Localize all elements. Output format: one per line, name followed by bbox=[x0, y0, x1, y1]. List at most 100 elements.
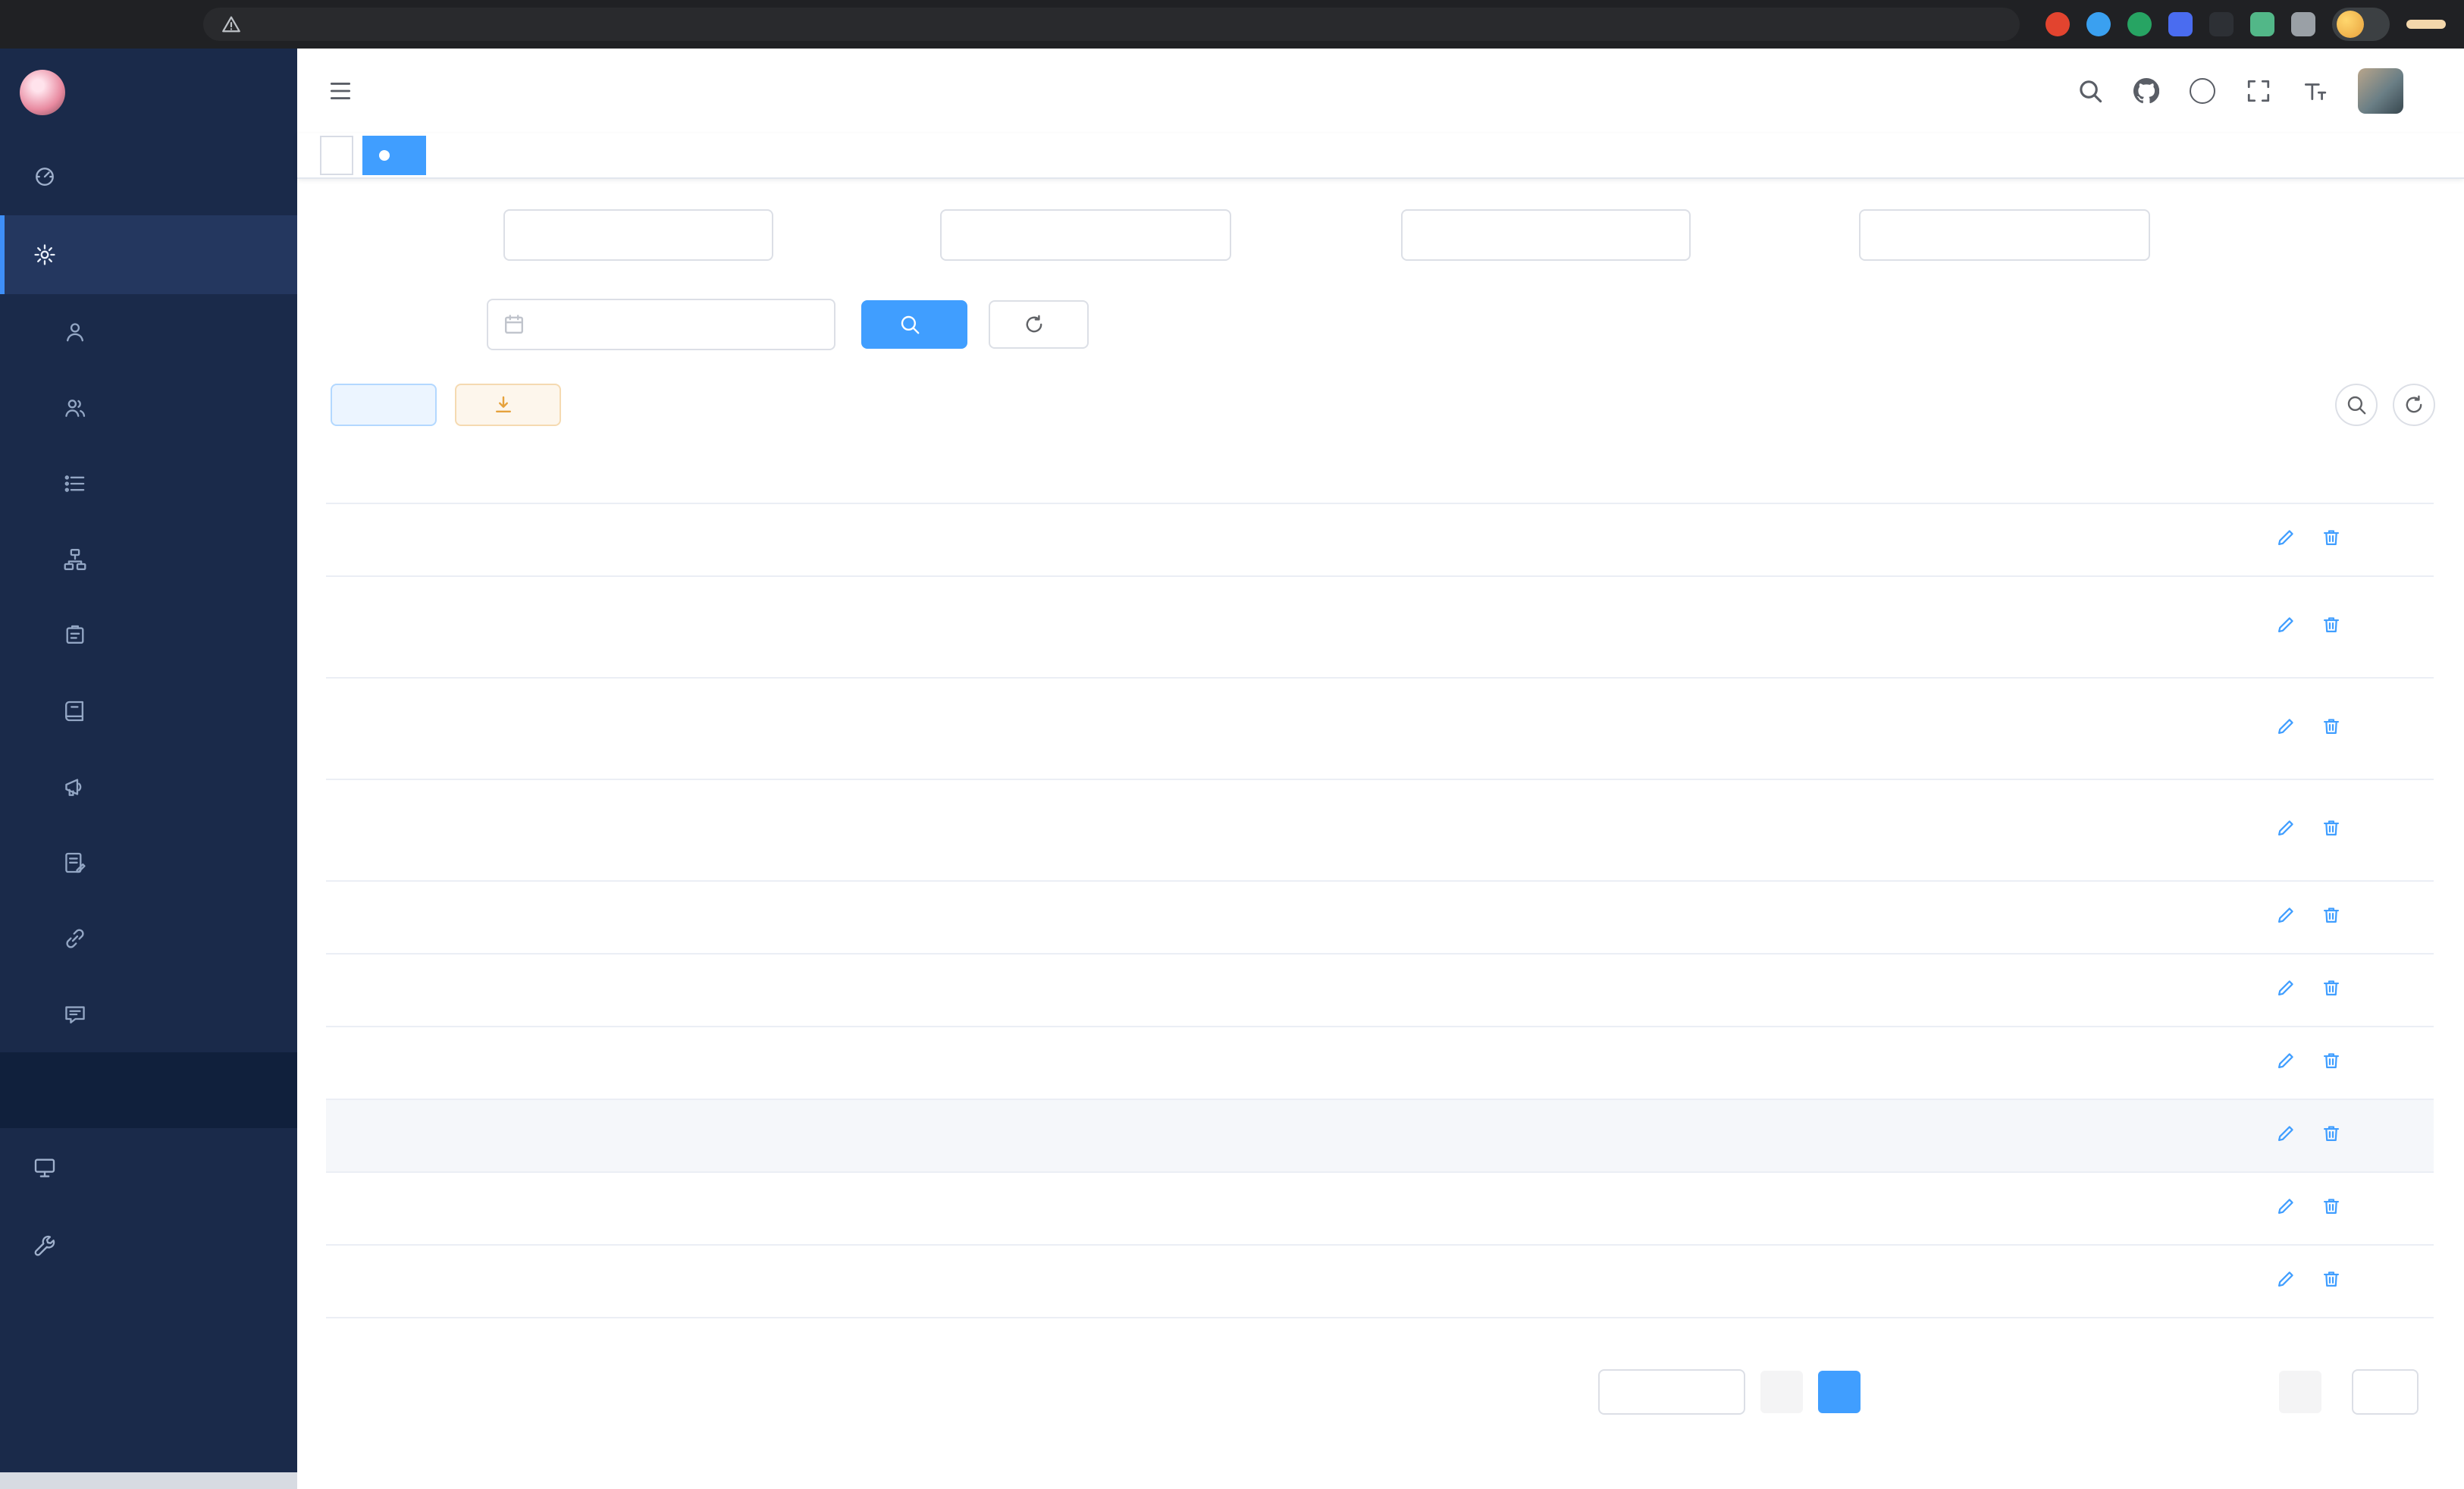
edit-link[interactable] bbox=[2276, 905, 2302, 925]
page-button[interactable] bbox=[1991, 1371, 2033, 1413]
sidebar-fold-icon[interactable] bbox=[328, 78, 353, 104]
sidebar-section-infra[interactable] bbox=[0, 1128, 297, 1207]
next-page-button[interactable] bbox=[2279, 1371, 2321, 1413]
trash-icon bbox=[2321, 528, 2341, 547]
delete-link[interactable] bbox=[2321, 818, 2347, 838]
sidebar-item-home[interactable] bbox=[0, 136, 297, 215]
delete-link[interactable] bbox=[2321, 1269, 2347, 1289]
sidebar-item-user-management[interactable] bbox=[0, 294, 297, 370]
sidebar-item-audit-log[interactable] bbox=[0, 825, 297, 901]
edit-link[interactable] bbox=[2276, 818, 2302, 838]
search-icon[interactable] bbox=[2077, 78, 2103, 104]
github-icon[interactable] bbox=[2133, 78, 2159, 104]
extension-icon[interactable] bbox=[2127, 12, 2152, 36]
cell-remark bbox=[1592, 954, 1923, 1027]
refresh-table-button[interactable] bbox=[2393, 384, 2435, 426]
edit-link[interactable] bbox=[2276, 1124, 2302, 1143]
page-button[interactable] bbox=[1876, 1371, 1918, 1413]
page-button[interactable] bbox=[2049, 1371, 2091, 1413]
page-size-select[interactable] bbox=[1598, 1369, 1745, 1415]
cell-app bbox=[743, 954, 963, 1027]
help-icon[interactable] bbox=[2190, 78, 2215, 104]
export-button[interactable] bbox=[455, 384, 561, 426]
delete-link[interactable] bbox=[2321, 716, 2347, 736]
sidebar-item-role-management[interactable] bbox=[0, 370, 297, 446]
toggle-search-button[interactable] bbox=[2335, 384, 2378, 426]
error-code-field bbox=[1401, 209, 1691, 261]
start-date-input[interactable] bbox=[534, 312, 634, 338]
table-row bbox=[326, 576, 2434, 678]
user-avatar[interactable] bbox=[2358, 68, 2403, 114]
audit-log-icon bbox=[64, 851, 86, 874]
browser-update-button[interactable] bbox=[2406, 20, 2446, 29]
address-bar[interactable] bbox=[203, 8, 2020, 41]
sidebar-item-error-code-management[interactable] bbox=[0, 1052, 297, 1128]
extension-icon[interactable] bbox=[2045, 12, 2070, 36]
profile-paused-chip[interactable] bbox=[2332, 8, 2390, 41]
cell-remark bbox=[1592, 576, 1923, 678]
cell-ops bbox=[2190, 1172, 2434, 1245]
page-jump-input[interactable] bbox=[2352, 1369, 2419, 1415]
end-date-input[interactable] bbox=[719, 312, 819, 338]
cell-msg bbox=[1198, 1099, 1592, 1172]
edit-link[interactable] bbox=[2276, 1196, 2302, 1216]
error-type-select[interactable] bbox=[503, 209, 773, 261]
more-pages-button[interactable] bbox=[2164, 1371, 2206, 1413]
cell-id bbox=[326, 954, 546, 1027]
sidebar-item-notice-management[interactable] bbox=[0, 749, 297, 825]
delete-link[interactable] bbox=[2321, 978, 2347, 998]
delete-link[interactable] bbox=[2321, 615, 2347, 635]
delete-link[interactable] bbox=[2321, 528, 2347, 547]
error-msg-input[interactable] bbox=[1876, 222, 2133, 249]
sidebar-section-devtools[interactable] bbox=[0, 1207, 297, 1286]
cell-time bbox=[1923, 678, 2190, 779]
edit-link[interactable] bbox=[2276, 1269, 2302, 1289]
edit-link[interactable] bbox=[2276, 978, 2302, 998]
fullscreen-icon[interactable] bbox=[2246, 78, 2271, 104]
pencil-icon bbox=[2276, 1124, 2296, 1143]
page-button[interactable] bbox=[1933, 1371, 1976, 1413]
cell-ops bbox=[2190, 1245, 2434, 1318]
sidebar-section-system[interactable] bbox=[0, 215, 297, 294]
extension-icon[interactable] bbox=[2250, 12, 2274, 36]
font-size-icon[interactable] bbox=[2302, 78, 2328, 104]
delete-link[interactable] bbox=[2321, 1051, 2347, 1071]
search-icon bbox=[2346, 394, 2367, 415]
table-row bbox=[326, 1027, 2434, 1099]
edit-link[interactable] bbox=[2276, 528, 2302, 547]
delete-link[interactable] bbox=[2321, 905, 2347, 925]
tab-error-code[interactable] bbox=[362, 136, 426, 175]
prev-page-button[interactable] bbox=[1760, 1371, 1803, 1413]
add-button[interactable] bbox=[331, 384, 437, 426]
sidebar-item-dept-management[interactable] bbox=[0, 522, 297, 597]
sidebar-item-post-management[interactable] bbox=[0, 597, 297, 673]
app-logo[interactable] bbox=[0, 49, 297, 136]
cell-app bbox=[743, 1099, 963, 1172]
cell-time bbox=[1923, 881, 2190, 954]
extension-icon[interactable] bbox=[2086, 12, 2111, 36]
error-code-input[interactable] bbox=[1418, 222, 1674, 249]
sidebar-item-online-user[interactable] bbox=[0, 901, 297, 976]
create-time-range[interactable] bbox=[487, 299, 835, 350]
sidebar-item-menu-management[interactable] bbox=[0, 446, 297, 522]
app-name-input[interactable] bbox=[957, 222, 1215, 249]
search-button[interactable] bbox=[861, 300, 967, 349]
page-button[interactable] bbox=[1818, 1371, 1861, 1413]
cell-id bbox=[326, 881, 546, 954]
sidebar-item-sms-management[interactable] bbox=[0, 976, 297, 1052]
reset-button[interactable] bbox=[989, 300, 1089, 349]
delete-link[interactable] bbox=[2321, 1196, 2347, 1216]
extension-icon[interactable] bbox=[2209, 12, 2234, 36]
edit-link[interactable] bbox=[2276, 716, 2302, 736]
page-button[interactable] bbox=[2106, 1371, 2149, 1413]
extension-icon[interactable] bbox=[2168, 12, 2193, 36]
edit-link[interactable] bbox=[2276, 1051, 2302, 1071]
sidebar-item-dict-management[interactable] bbox=[0, 673, 297, 749]
edit-link[interactable] bbox=[2276, 615, 2302, 635]
page-button[interactable] bbox=[2221, 1371, 2264, 1413]
cell-app bbox=[743, 576, 963, 678]
cell-type bbox=[546, 779, 743, 881]
delete-link[interactable] bbox=[2321, 1124, 2347, 1143]
extensions-puzzle-icon[interactable] bbox=[2291, 12, 2315, 36]
tab-home[interactable] bbox=[320, 136, 353, 175]
